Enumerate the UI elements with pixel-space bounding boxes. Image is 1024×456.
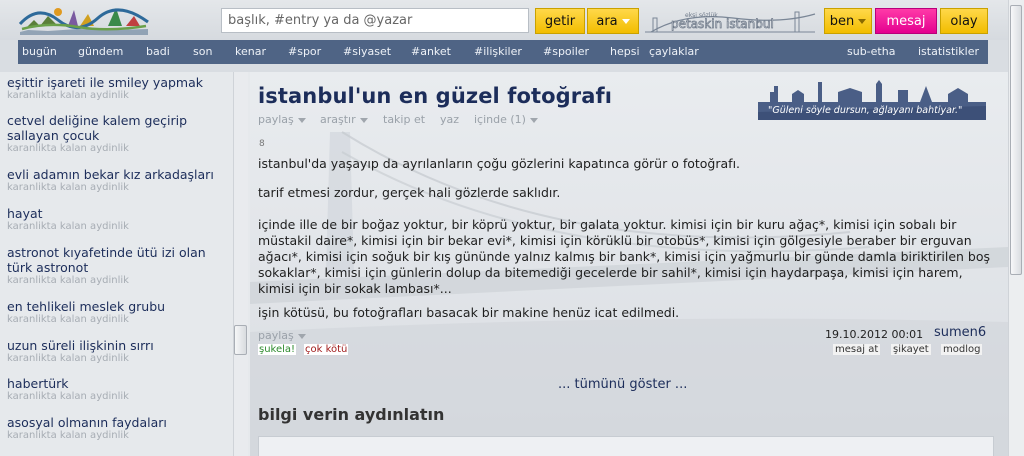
entry-author[interactable]: sumen6: [934, 325, 986, 340]
section-heading: bilgi verin aydınlatın: [258, 405, 445, 424]
list-item[interactable]: astronot kıyafetinde ütü izi olan türk a…: [7, 245, 233, 287]
chevron-down-icon: [621, 18, 630, 24]
list-item[interactable]: asosyal olmanın faydaları karanlikta kal…: [7, 415, 233, 442]
topic-subtitle: karanlikta kalan aydinlik: [7, 90, 129, 101]
mesaj-button[interactable]: mesaj: [875, 8, 937, 34]
ara-label: ara: [596, 13, 618, 29]
list-item[interactable]: hayat karanlikta kalan aydinlik: [7, 206, 233, 233]
show-all-link[interactable]: ... tümünü göster ...: [558, 377, 687, 392]
vote-good-button[interactable]: şukela!: [258, 344, 297, 355]
entry-paragraph: içinde ille de bir boğaz yoktur, bir köp…: [258, 217, 991, 296]
chevron-down-icon: [529, 118, 538, 123]
entry-number: 8: [259, 139, 265, 149]
nav-item-badi[interactable]: badi: [146, 45, 170, 58]
search-within-label: içinde (1): [474, 113, 526, 126]
nav-item-hepsi[interactable]: hepsi: [610, 45, 640, 58]
main-content: istanbul'un en güzel fotoğrafı "Güleni s…: [250, 72, 1008, 456]
topic-title[interactable]: uzun süreli ilişkinin sırrı: [7, 338, 233, 353]
nav-item-istatistikler[interactable]: istatistikler: [918, 45, 979, 58]
promo-banner[interactable]: ekşi sözlük petaskin istanbul: [645, 8, 820, 34]
nav-item-caylaklar[interactable]: çaylaklar: [649, 45, 699, 58]
ben-button[interactable]: ben: [824, 8, 872, 34]
chevron-down-icon: [297, 118, 306, 123]
nav-item-iliskiler[interactable]: #ilişkiler: [474, 45, 522, 58]
list-item[interactable]: cetvel deliğine kalem geçirip sallayan ç…: [7, 113, 233, 155]
skyline-quote: "Güleni söyle dursun, ağlayanı bahtiyar.…: [768, 105, 963, 116]
section-content-box: [258, 436, 994, 456]
nav-item-son[interactable]: son: [193, 45, 212, 58]
topic-subtitle: karanlikta kalan aydinlik: [7, 314, 129, 325]
follow-button[interactable]: takip et: [383, 113, 425, 126]
site-logo[interactable]: [18, 2, 150, 36]
search-within-menu[interactable]: içinde (1): [474, 113, 538, 126]
nav-item-anket[interactable]: #anket: [411, 45, 451, 58]
nav-item-bugun[interactable]: bugün: [22, 45, 57, 58]
entry-share-menu[interactable]: paylaş: [258, 329, 306, 342]
nav-item-sub-etha[interactable]: sub-etha: [847, 45, 895, 58]
topic-title[interactable]: eşittir işareti ile smiley yapmak: [7, 75, 233, 90]
list-item[interactable]: habertürk karanlikta kalan aydinlik: [7, 376, 233, 403]
topic-subtitle: karanlikta kalan aydinlik: [7, 391, 129, 402]
entry-share-label: paylaş: [258, 329, 294, 342]
topic-title[interactable]: astronot kıyafetinde ütü izi olan türk a…: [7, 245, 233, 275]
getir-label: getir: [544, 13, 576, 29]
topic-subtitle: karanlikta kalan aydinlik: [7, 182, 129, 193]
topic-subtitle: karanlikta kalan aydinlik: [7, 221, 129, 232]
top-bar: getir ara ekşi sözlük petaskin istanbul …: [0, 0, 1024, 40]
search-input[interactable]: [221, 8, 529, 33]
research-label: araştır: [320, 113, 356, 126]
topic-title[interactable]: habertürk: [7, 376, 233, 391]
entry-paragraph: istanbul'da yaşayıp da ayrılanların çoğu…: [258, 156, 741, 171]
mesaj-label: mesaj: [886, 13, 926, 29]
olay-button[interactable]: olay: [940, 8, 988, 34]
ben-label: ben: [829, 13, 855, 29]
entry-paragraph: işin kötüsü, bu fotoğrafları basacak bir…: [258, 305, 680, 320]
sidebar-scrollbar-thumb[interactable]: [234, 325, 247, 355]
topic-title[interactable]: cetvel deliğine kalem geçirip sallayan ç…: [7, 113, 233, 143]
chevron-down-icon: [858, 18, 867, 24]
topic-title[interactable]: en tehlikeli meslek grubu: [7, 299, 233, 314]
share-label: paylaş: [258, 113, 294, 126]
topic-title[interactable]: evli adamın bekar kız arkadaşları: [7, 167, 233, 182]
ara-button[interactable]: ara: [587, 8, 639, 34]
page-title[interactable]: istanbul'un en güzel fotoğrafı: [258, 84, 612, 108]
nav-item-kenar[interactable]: kenar: [235, 45, 266, 58]
entry-paragraph: tarif etmesi zordur, gerçek hali gözlerd…: [258, 185, 561, 200]
research-menu[interactable]: araştır: [320, 113, 368, 126]
list-item[interactable]: evli adamın bekar kız arkadaşları karanl…: [7, 167, 233, 194]
topic-title[interactable]: asosyal olmanın faydaları: [7, 415, 233, 430]
nav-item-spor[interactable]: #spor: [288, 45, 321, 58]
send-message-button[interactable]: mesaj at: [833, 344, 881, 355]
write-button[interactable]: yaz: [440, 113, 459, 126]
chevron-down-icon: [359, 118, 368, 123]
nav-item-gundem[interactable]: gündem: [78, 45, 123, 58]
list-item[interactable]: eşittir işareti ile smiley yapmak karanl…: [7, 75, 233, 102]
nav-item-siyaset[interactable]: #siyaset: [343, 45, 391, 58]
topic-subtitle: karanlikta kalan aydinlik: [7, 275, 129, 286]
sidebar-scrollbar[interactable]: [233, 72, 248, 456]
olay-label: olay: [950, 13, 978, 29]
modlog-button[interactable]: modlog: [941, 344, 983, 355]
report-button[interactable]: şikayet: [891, 344, 931, 355]
topic-subtitle: karanlikta kalan aydinlik: [7, 430, 129, 441]
list-item[interactable]: en tehlikeli meslek grubu karanlikta kal…: [7, 299, 233, 326]
list-item[interactable]: uzun süreli ilişkinin sırrı karanlikta k…: [7, 338, 233, 365]
topic-subtitle: karanlikta kalan aydinlik: [7, 353, 129, 364]
topic-sidebar: eşittir işareti ile smiley yapmak karanl…: [0, 72, 250, 456]
topic-title[interactable]: hayat: [7, 206, 233, 221]
nav-item-spoiler[interactable]: #spoiler: [543, 45, 589, 58]
getir-button[interactable]: getir: [535, 8, 585, 34]
entry-date[interactable]: 19.10.2012 00:01: [825, 328, 923, 341]
vote-bad-button[interactable]: çok kötü: [304, 344, 349, 355]
chevron-down-icon: [297, 334, 306, 339]
share-menu[interactable]: paylaş: [258, 113, 306, 126]
main-nav: bugün gündem badi son kenar #spor #siyas…: [18, 40, 988, 64]
page-scrollbar-thumb[interactable]: [1010, 5, 1022, 275]
promo-main-text: petaskin istanbul: [671, 17, 774, 31]
topic-subtitle: karanlikta kalan aydinlik: [7, 143, 129, 154]
